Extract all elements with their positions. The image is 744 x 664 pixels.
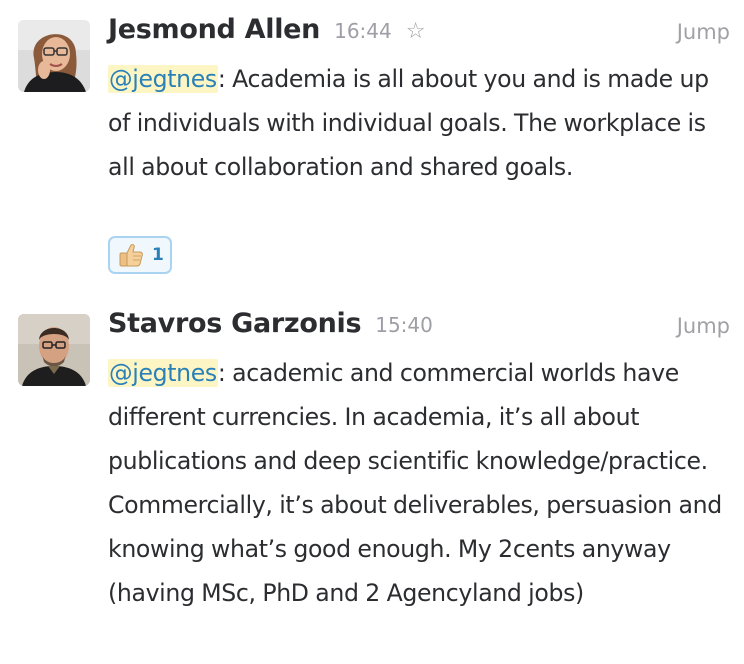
timestamp[interactable]: 16:44	[334, 19, 392, 43]
message-text: : academic and commercial worlds have di…	[108, 359, 722, 607]
reaction-count: 1	[152, 245, 164, 265]
jump-link[interactable]: Jump	[677, 314, 730, 338]
star-outline-icon[interactable]: ☆	[406, 19, 426, 44]
avatar[interactable]	[18, 20, 90, 92]
timestamp[interactable]: 15:40	[375, 313, 433, 337]
user-mention[interactable]: @jegtnes	[108, 359, 218, 387]
jump-link[interactable]: Jump	[677, 20, 730, 44]
sender-name[interactable]: Jesmond Allen	[108, 14, 320, 45]
message-body: @jegtnes: academic and commercial worlds…	[108, 351, 732, 615]
message-header: Jesmond Allen 16:44 ☆	[108, 14, 425, 54]
message-body: @jegtnes: Academia is all about you and …	[108, 57, 732, 189]
message-header: Stavros Garzonis 15:40	[108, 308, 433, 348]
avatar[interactable]	[18, 314, 90, 386]
thumbs-up-icon	[119, 244, 143, 267]
avatar-photo	[18, 20, 90, 92]
reaction-button[interactable]: 1	[108, 236, 172, 274]
avatar-photo	[18, 314, 90, 386]
sender-name[interactable]: Stavros Garzonis	[108, 308, 362, 339]
user-mention[interactable]: @jegtnes	[108, 65, 218, 93]
